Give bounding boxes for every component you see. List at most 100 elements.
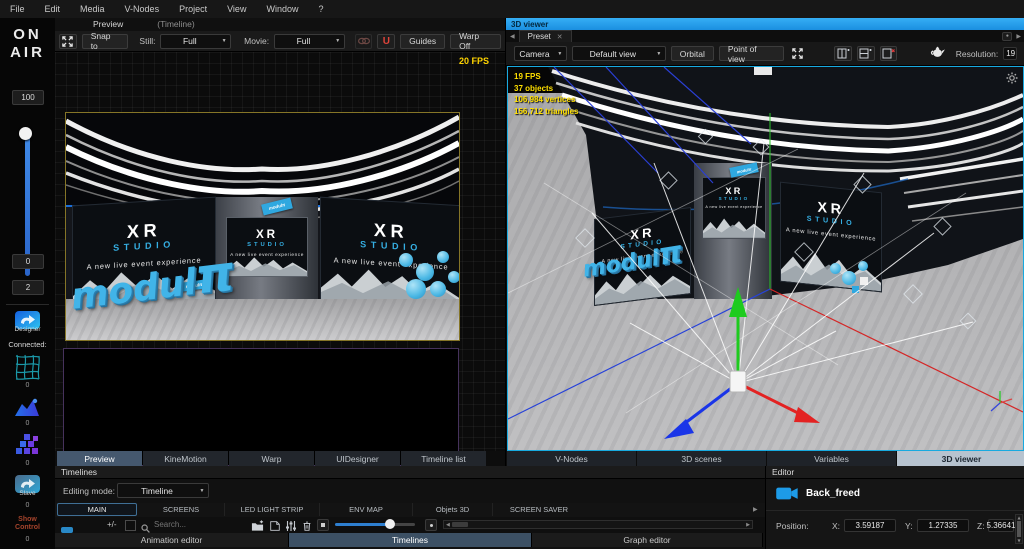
editor-v-scrollbar[interactable]: ▲ ▼ <box>1015 514 1023 544</box>
menu-file[interactable]: File <box>0 4 35 14</box>
point-of-view-button[interactable]: Point of view <box>719 46 784 61</box>
menu-media[interactable]: Media <box>70 4 115 14</box>
magnet-icon[interactable]: U <box>377 34 395 49</box>
menu-v-nodes[interactable]: V-Nodes <box>115 4 170 14</box>
scroll-down-icon[interactable]: ▼ <box>1017 538 1020 543</box>
tab-scroll-left-icon[interactable]: ◀ <box>506 33 519 40</box>
preview-viewport[interactable]: 20 FPS XRSTUDIOA new live event experien… <box>55 52 505 451</box>
zoom-out-button[interactable] <box>317 519 329 531</box>
object-name[interactable]: Back_freed <box>806 488 860 499</box>
split-horizontal-icon[interactable] <box>857 46 875 61</box>
menu-window[interactable]: Window <box>256 4 308 14</box>
teapot-icon[interactable] <box>929 45 946 63</box>
editing-mode-label: Editing mode: <box>63 486 115 496</box>
gear-icon[interactable] <box>1006 71 1018 89</box>
expand-icon[interactable] <box>789 46 807 61</box>
menu-view[interactable]: View <box>217 4 256 14</box>
tab-preset[interactable]: Preset✕ <box>519 30 572 42</box>
scroll-up-icon[interactable]: ▲ <box>1017 515 1020 520</box>
split-vertical-icon[interactable] <box>834 46 852 61</box>
movie-label: Movie: <box>244 36 269 46</box>
tab-options-icon[interactable]: ● <box>1002 32 1012 41</box>
menu-help[interactable]: ? <box>308 4 333 14</box>
editing-mode-select[interactable]: Timeline▼ <box>117 483 209 498</box>
close-split-icon[interactable] <box>880 46 898 61</box>
plus-minus-button[interactable]: +/- <box>107 520 117 529</box>
expand-icon[interactable] <box>59 34 77 49</box>
bottom-tab-preview[interactable]: Preview <box>57 451 142 466</box>
editor-divider <box>766 510 1024 511</box>
tab-scroll-right-icon[interactable]: ▶ <box>753 506 758 513</box>
tab-screens[interactable]: SCREENS <box>138 503 225 516</box>
preview-panel: Preview (Timeline) Snap to Still: Full▼ … <box>55 18 505 466</box>
menu-project[interactable]: Project <box>169 4 217 14</box>
master-fader-knob[interactable] <box>19 127 32 140</box>
tab-timelines[interactable]: Timelines <box>289 533 532 547</box>
scrollbar-thumb[interactable] <box>452 522 468 527</box>
studio-preview-image: XRSTUDIOA new live event experience XRST… <box>65 112 460 341</box>
tab-screen-saver[interactable]: SCREEN SAVER <box>493 503 585 516</box>
bottom-tab-v-nodes[interactable]: V-Nodes <box>507 451 636 466</box>
fader-step-value[interactable]: 2 <box>12 280 44 295</box>
filter-checkbox[interactable] <box>125 520 136 531</box>
movie-select[interactable]: Full▼ <box>274 34 345 49</box>
zoom-slider-track[interactable] <box>335 523 415 526</box>
snap-to-button[interactable]: Snap to <box>82 34 129 49</box>
warp-clients-icon[interactable] <box>14 354 41 385</box>
media-clients-icon[interactable] <box>14 396 41 423</box>
camera-select[interactable]: Camera▼ <box>514 46 567 61</box>
secondary-viewport[interactable] <box>63 348 459 466</box>
tab-led-light-strip[interactable]: LED LIGHT STRIP <box>225 503 320 516</box>
tab-preview-top[interactable]: Preview <box>83 18 133 31</box>
scroll-left-icon[interactable]: ◀ <box>444 522 452 528</box>
tab-animation-editor[interactable]: Animation editor <box>55 533 289 547</box>
show-control-label[interactable]: ShowControl <box>0 516 55 532</box>
position-z-field[interactable]: 5.36641 <box>988 519 1014 532</box>
orbital-button[interactable]: Orbital <box>671 46 714 61</box>
bottom-tab-timeline-list[interactable]: Timeline list <box>401 451 486 466</box>
zoom-in-button[interactable] <box>425 519 437 531</box>
guides-button[interactable]: Guides <box>400 34 445 49</box>
app-window: { "menu": {"items": ["File","Edit","Medi… <box>0 0 1024 549</box>
stat-fps: 19 FPS <box>514 71 578 83</box>
close-icon[interactable]: ✕ <box>557 33 563 41</box>
mountain-graphic <box>227 254 307 276</box>
position-y-field[interactable]: 1.27335 <box>917 519 969 532</box>
z-label: Z: <box>977 521 985 531</box>
warp-off-button[interactable]: Warp Off <box>450 34 501 49</box>
menu-edit[interactable]: Edit <box>35 4 71 14</box>
search-input[interactable] <box>152 519 226 530</box>
position-x-field[interactable]: 3.59187 <box>844 519 896 532</box>
tab-graph-editor[interactable]: Graph editor <box>532 533 763 547</box>
viewer-title-bar[interactable]: 3D viewer <box>506 18 1024 30</box>
scrollbar-thumb[interactable] <box>1017 521 1021 537</box>
bottom-tab-kinemotion[interactable]: KineMotion <box>143 451 228 466</box>
connected-label: Connected: <box>0 340 55 349</box>
bottom-tab-3d-scenes[interactable]: 3D scenes <box>637 451 766 466</box>
still-select[interactable]: Full▼ <box>160 34 231 49</box>
x-label: X: <box>832 521 840 531</box>
media-clients-count: 0 <box>0 420 55 427</box>
tab-objets-3d[interactable]: Objets 3D <box>413 503 493 516</box>
bottom-tab-uidesigner[interactable]: UIDesigner <box>315 451 400 466</box>
bottom-tab-warp[interactable]: Warp <box>229 451 314 466</box>
zoom-slider-knob[interactable] <box>385 519 395 529</box>
scroll-right-icon[interactable]: ▶ <box>744 522 752 528</box>
viewer-3d-viewport[interactable]: XRSTUDIOA new live event experience XRST… <box>507 66 1024 451</box>
fader-min-value[interactable]: 0 <box>12 254 44 269</box>
bottom-tab-3d-viewer[interactable]: 3D viewer <box>897 451 1024 466</box>
fader-value[interactable]: 100 <box>12 90 44 105</box>
bottom-tab-variables[interactable]: Variables <box>767 451 896 466</box>
tab-main[interactable]: MAIN <box>57 503 137 516</box>
preview-fps: 20 FPS <box>459 56 489 66</box>
timeline-h-scrollbar[interactable]: ◀ ▶ <box>443 520 753 529</box>
led-clients-icon[interactable] <box>14 434 41 463</box>
tab-timeline-top[interactable]: (Timeline) <box>147 18 204 31</box>
tab-env-map[interactable]: ENV MAP <box>320 503 413 516</box>
resolution-value[interactable]: 19 <box>1003 47 1017 60</box>
gizmo-and-wireframes <box>508 67 1023 450</box>
link-icon[interactable] <box>355 34 373 49</box>
view-select[interactable]: Default view▼ <box>572 46 666 61</box>
editor-title: Editor <box>766 466 1024 479</box>
tab-scroll-right-icon[interactable]: ▶ <box>1012 33 1024 40</box>
